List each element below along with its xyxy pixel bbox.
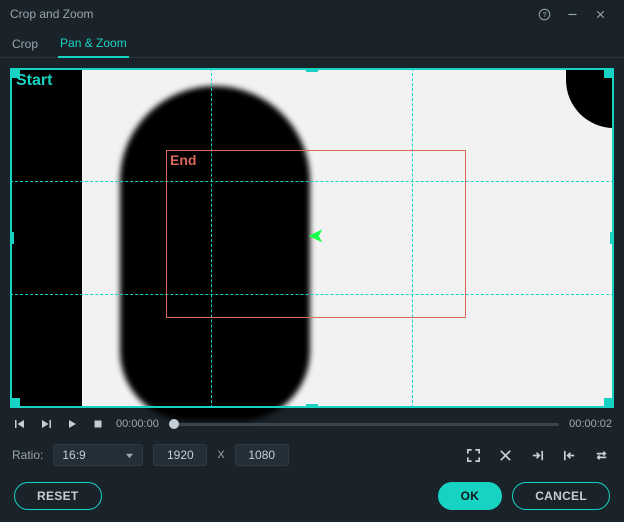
start-handle[interactable] <box>11 398 20 407</box>
ratio-row: Ratio: 16:9 1920 X 1080 <box>0 440 624 476</box>
stop-button[interactable] <box>90 416 106 432</box>
footer: RESET OK CANCEL <box>0 476 624 522</box>
total-time: 00:00:02 <box>569 418 612 430</box>
start-frame-label: Start <box>16 72 52 90</box>
prev-frame-button[interactable] <box>12 416 28 432</box>
height-input[interactable]: 1080 <box>235 444 289 466</box>
close-crop-button[interactable] <box>494 444 516 466</box>
tab-crop[interactable]: Crop <box>10 31 40 57</box>
close-button[interactable] <box>586 0 614 28</box>
ratio-label: Ratio: <box>12 448 43 462</box>
current-time: 00:00:00 <box>116 418 159 430</box>
chevron-down-icon <box>125 451 134 460</box>
fit-screen-button[interactable] <box>462 444 484 466</box>
playback-bar: 00:00:00 00:00:02 <box>0 412 624 440</box>
play-frame-button[interactable] <box>38 416 54 432</box>
video-preview[interactable]: Start End ➤ <box>10 68 614 408</box>
dimension-separator: X <box>217 449 224 461</box>
align-start-button[interactable] <box>558 444 580 466</box>
reset-button[interactable]: RESET <box>14 482 102 510</box>
swap-button[interactable] <box>590 444 612 466</box>
align-end-button[interactable] <box>526 444 548 466</box>
timeline-knob[interactable] <box>169 419 179 429</box>
tab-pan-and-zoom[interactable]: Pan & Zoom <box>58 30 129 58</box>
ok-button[interactable]: OK <box>438 482 503 510</box>
preview-area: Start End ➤ <box>0 58 624 412</box>
tab-bar: Crop Pan & Zoom <box>0 28 624 58</box>
timeline-slider[interactable] <box>169 417 559 431</box>
start-handle[interactable] <box>11 69 20 78</box>
titlebar: Crop and Zoom ? <box>0 0 624 28</box>
window-title: Crop and Zoom <box>10 7 530 21</box>
minimize-button[interactable] <box>558 0 586 28</box>
timeline-track <box>169 423 559 426</box>
help-icon[interactable]: ? <box>530 0 558 28</box>
cancel-button[interactable]: CANCEL <box>512 482 610 510</box>
end-frame-label: End <box>170 152 196 168</box>
svg-text:?: ? <box>542 9 546 18</box>
pan-direction-icon: ➤ <box>308 226 323 247</box>
ratio-select[interactable]: 16:9 <box>53 444 143 466</box>
ratio-select-value: 16:9 <box>62 448 85 462</box>
play-button[interactable] <box>64 416 80 432</box>
start-handle[interactable] <box>10 232 14 244</box>
width-input[interactable]: 1920 <box>153 444 207 466</box>
